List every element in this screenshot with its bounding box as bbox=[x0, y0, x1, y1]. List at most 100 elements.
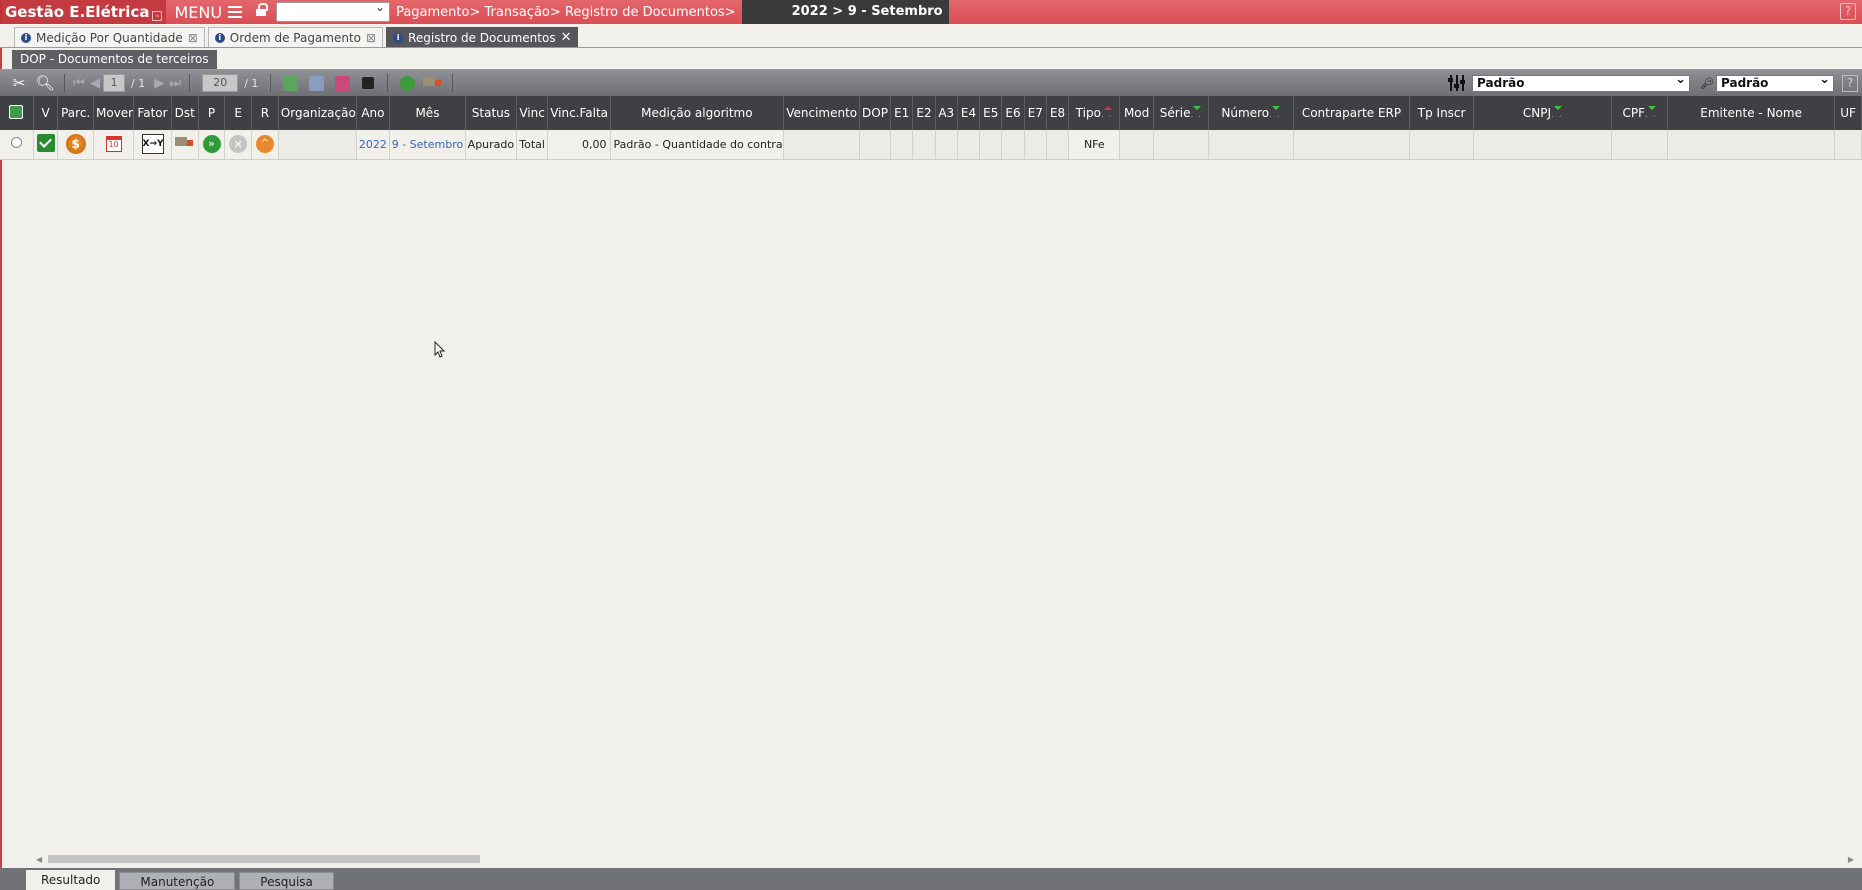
table-row[interactable]: $ 10 X→Y » × ^ 2022 9 - Setembro Apurado… bbox=[0, 130, 1862, 160]
cell-r[interactable]: ^ bbox=[251, 130, 279, 160]
subtab-dop[interactable]: DOP - Documentos de terceiros bbox=[12, 50, 217, 69]
cell-parc[interactable]: $ bbox=[57, 130, 94, 160]
col-header[interactable]: Status bbox=[465, 96, 518, 130]
search-icon[interactable]: 🔍︎ bbox=[35, 73, 55, 93]
close-icon[interactable]: ⊠ bbox=[366, 31, 376, 45]
cell-dst[interactable] bbox=[171, 130, 199, 160]
select-all-header[interactable] bbox=[0, 96, 34, 130]
cell-e8[interactable] bbox=[1046, 130, 1070, 160]
cell-mes[interactable]: 9 - Setembro bbox=[389, 130, 466, 160]
cell-fator[interactable]: X→Y bbox=[133, 130, 172, 160]
cell-p[interactable]: » bbox=[198, 130, 226, 160]
col-header[interactable]: A3 bbox=[935, 96, 958, 130]
page-input[interactable]: 1 bbox=[103, 74, 125, 92]
col-header[interactable]: Mod bbox=[1119, 96, 1154, 130]
lock-icon[interactable] bbox=[256, 3, 269, 17]
row-select[interactable] bbox=[0, 130, 34, 160]
horizontal-scrollbar[interactable]: ◀ ▶ bbox=[32, 853, 1862, 865]
col-header-cnpj[interactable]: CNPJ bbox=[1473, 96, 1613, 130]
cell-vencimento[interactable] bbox=[783, 130, 860, 160]
page-size-input[interactable]: 20 bbox=[202, 74, 239, 92]
close-icon[interactable]: ⊠ bbox=[188, 31, 198, 45]
prev-page-icon[interactable]: ◀ bbox=[87, 76, 103, 91]
cell-dop[interactable] bbox=[859, 130, 892, 160]
cell-vinc[interactable]: Total bbox=[516, 130, 549, 160]
col-header[interactable]: Mês bbox=[389, 96, 466, 130]
cell-mover[interactable]: 10 bbox=[93, 130, 135, 160]
cell-vinc-falta[interactable]: 0,00 bbox=[547, 130, 611, 160]
tools-icon[interactable]: ✂ bbox=[9, 73, 29, 93]
col-header[interactable]: E1 bbox=[890, 96, 914, 130]
menu-button[interactable]: MENU bbox=[166, 0, 250, 24]
cell-e5[interactable] bbox=[979, 130, 1003, 160]
coin-icon[interactable]: $ bbox=[65, 134, 86, 155]
cell-e1[interactable] bbox=[890, 130, 914, 160]
scroll-thumb[interactable] bbox=[48, 855, 480, 863]
col-header[interactable]: R bbox=[251, 96, 279, 130]
sort-desc-icon[interactable] bbox=[1551, 106, 1563, 120]
tab-medicao-por-quantidade[interactable]: i Medição Por Quantidade ⊠ bbox=[14, 27, 205, 47]
cell-e4[interactable] bbox=[957, 130, 981, 160]
col-header-serie[interactable]: Série bbox=[1153, 96, 1210, 130]
cell-cpf[interactable] bbox=[1611, 130, 1669, 160]
col-header[interactable]: Contraparte ERP bbox=[1293, 96, 1410, 130]
calendar-icon[interactable]: 10 bbox=[105, 136, 122, 153]
comment-icon[interactable] bbox=[358, 73, 378, 93]
next-page-icon[interactable]: ▶ bbox=[151, 76, 167, 91]
tab-manutencao[interactable]: Manutenção bbox=[119, 872, 236, 890]
col-header[interactable]: Fator bbox=[133, 96, 172, 130]
col-header[interactable]: Tp Inscr bbox=[1409, 96, 1475, 130]
cell-e6[interactable] bbox=[1001, 130, 1025, 160]
col-header[interactable]: Vencimento bbox=[783, 96, 860, 130]
report-icon[interactable] bbox=[332, 73, 352, 93]
col-header-cpf[interactable]: CPF bbox=[1611, 96, 1669, 130]
copy-icon[interactable] bbox=[280, 73, 300, 93]
col-header[interactable]: E6 bbox=[1001, 96, 1025, 130]
cell-organizacao[interactable] bbox=[278, 130, 357, 160]
tab-ordem-de-pagamento[interactable]: i Ordem de Pagamento ⊠ bbox=[207, 27, 384, 47]
app-title[interactable]: Gestão E.Elétrica - bbox=[2, 0, 167, 24]
sort-asc-icon[interactable] bbox=[1101, 106, 1113, 120]
process-icon[interactable]: » bbox=[202, 135, 221, 154]
minimize-icon[interactable]: - bbox=[152, 11, 163, 21]
truck-icon[interactable] bbox=[423, 73, 443, 93]
col-header[interactable]: E4 bbox=[957, 96, 981, 130]
help-icon[interactable]: ? bbox=[1842, 74, 1858, 92]
col-header[interactable]: E8 bbox=[1046, 96, 1070, 130]
radio-button[interactable] bbox=[10, 137, 22, 149]
col-header[interactable]: Vinc bbox=[516, 96, 549, 130]
tab-registro-de-documentos[interactable]: i Registro de Documentos ✕ bbox=[386, 27, 579, 47]
col-header[interactable]: E bbox=[224, 96, 253, 130]
delete-icon[interactable]: × bbox=[229, 135, 248, 154]
cell-tp-inscr[interactable] bbox=[1409, 130, 1475, 160]
cell-cnpj[interactable] bbox=[1473, 130, 1613, 160]
cell-e[interactable]: × bbox=[224, 130, 253, 160]
col-header[interactable]: E7 bbox=[1024, 96, 1047, 130]
tab-resultado[interactable]: Resultado bbox=[26, 870, 116, 890]
first-page-icon[interactable]: ⏮ bbox=[71, 76, 87, 91]
sort-desc-icon[interactable] bbox=[1645, 106, 1657, 120]
view-select[interactable]: Padrão bbox=[1472, 72, 1691, 92]
col-header[interactable]: Medição algoritmo bbox=[610, 96, 785, 130]
col-header[interactable]: DOP bbox=[859, 96, 892, 130]
cell-a3[interactable] bbox=[935, 130, 958, 160]
check-icon[interactable] bbox=[36, 133, 55, 152]
col-header[interactable]: P bbox=[198, 96, 226, 130]
col-header[interactable]: Emitente - Nome bbox=[1667, 96, 1836, 130]
cell-numero[interactable] bbox=[1208, 130, 1295, 160]
scroll-left-icon[interactable]: ◀ bbox=[36, 855, 42, 864]
col-header[interactable]: Mover bbox=[93, 96, 135, 130]
cell-v[interactable] bbox=[33, 130, 59, 160]
col-header[interactable]: Organização bbox=[278, 96, 357, 130]
col-header[interactable]: E2 bbox=[912, 96, 936, 130]
col-header[interactable]: E5 bbox=[979, 96, 1003, 130]
paste-icon[interactable] bbox=[306, 73, 326, 93]
col-header[interactable]: V bbox=[33, 96, 59, 130]
cell-serie[interactable] bbox=[1153, 130, 1210, 160]
close-icon[interactable]: ✕ bbox=[561, 30, 572, 45]
col-header[interactable]: Dst bbox=[171, 96, 199, 130]
cell-e2[interactable] bbox=[912, 130, 936, 160]
sliders-icon[interactable] bbox=[1448, 75, 1466, 91]
cell-ano[interactable]: 2022 bbox=[356, 130, 391, 160]
col-header-tipo[interactable]: Tipo bbox=[1068, 96, 1121, 130]
